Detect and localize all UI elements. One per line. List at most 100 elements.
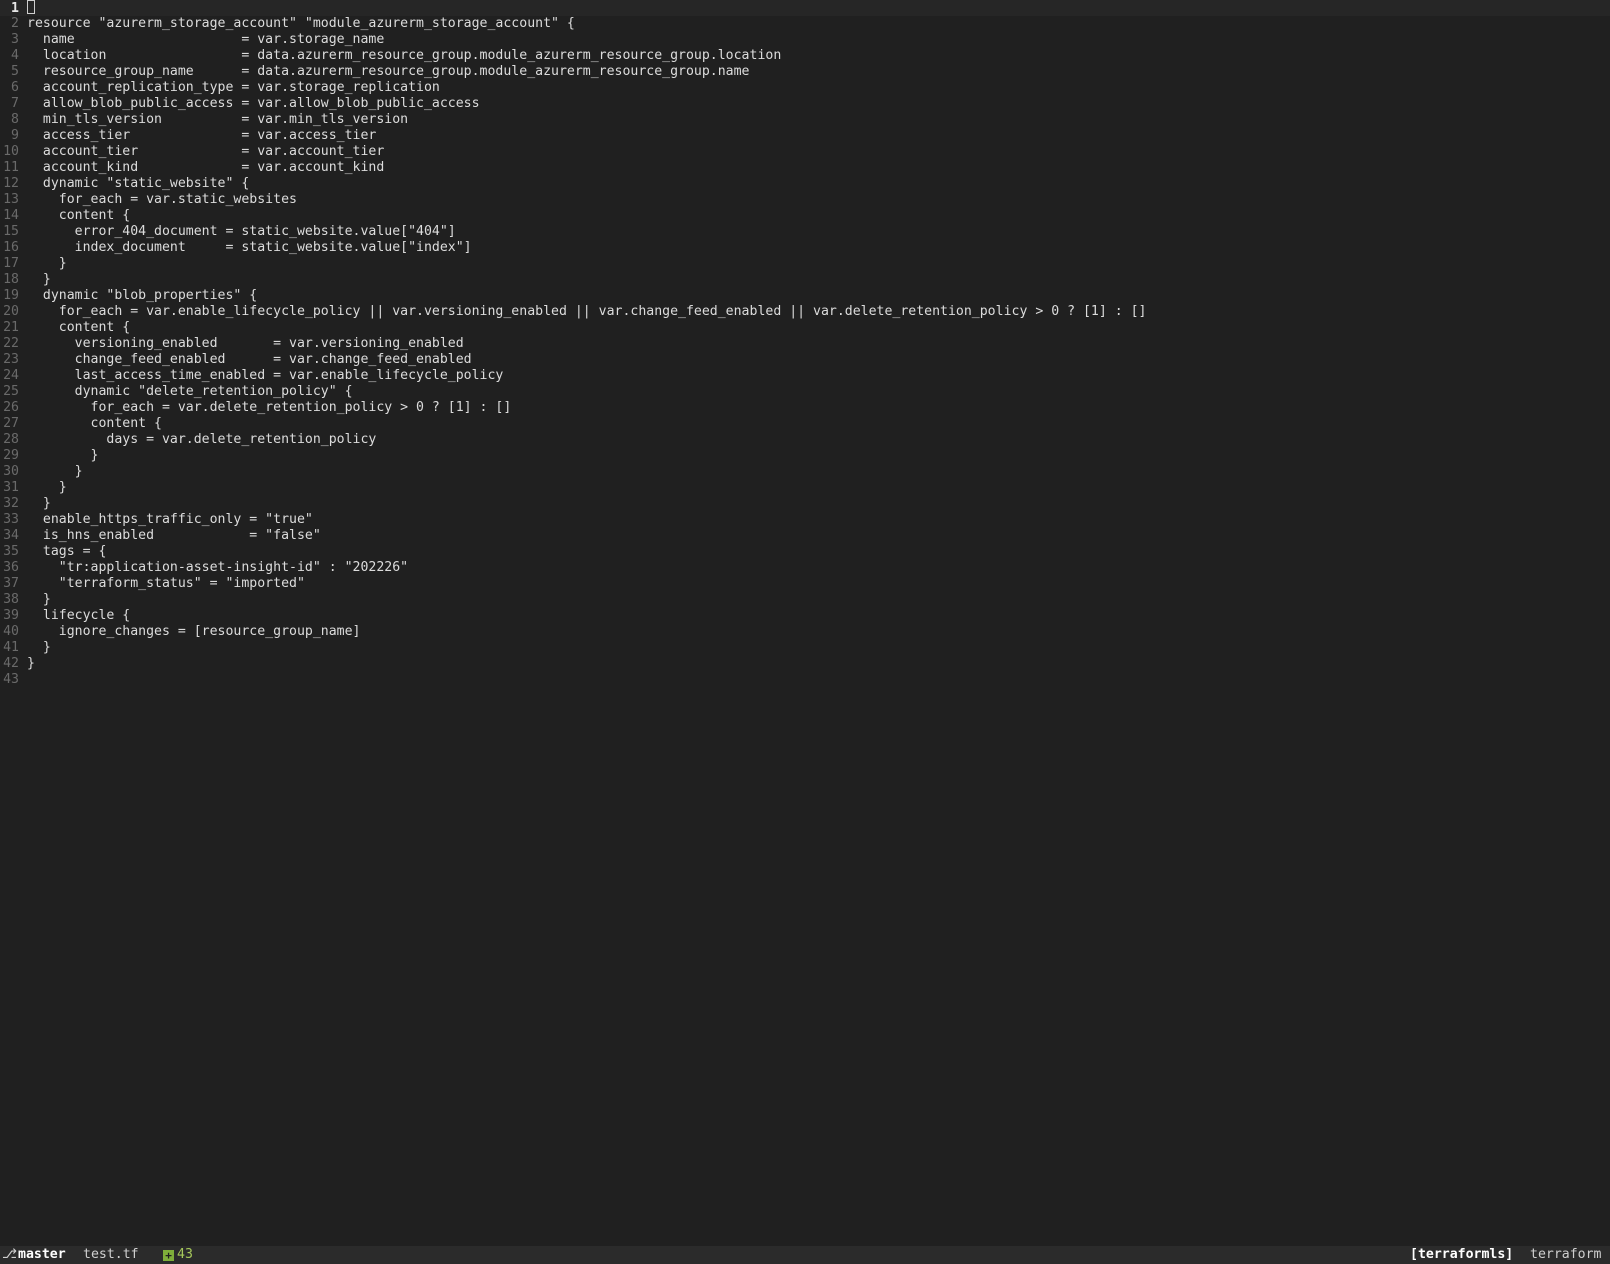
line-number: 3: [11, 32, 19, 47]
code-line[interactable]: 38 }: [0, 592, 1610, 608]
line-number: 31: [3, 480, 19, 495]
code-line[interactable]: 23 change_feed_enabled = var.change_feed…: [0, 352, 1610, 368]
code-line[interactable]: 3 name = var.storage_name: [0, 32, 1610, 48]
code-line[interactable]: 32 }: [0, 496, 1610, 512]
code-text[interactable]: }: [27, 496, 51, 511]
code-line[interactable]: 26 for_each = var.delete_retention_polic…: [0, 400, 1610, 416]
code-text[interactable]: allow_blob_public_access = var.allow_blo…: [27, 96, 480, 111]
code-text[interactable]: for_each = var.delete_retention_policy >…: [27, 400, 512, 415]
code-line[interactable]: 43: [0, 672, 1610, 688]
code-line[interactable]: 12 dynamic "static_website" {: [0, 176, 1610, 192]
code-line[interactable]: 28 days = var.delete_retention_policy: [0, 432, 1610, 448]
code-line[interactable]: 34 is_hns_enabled = "false": [0, 528, 1610, 544]
line-number: 36: [3, 560, 19, 575]
code-line[interactable]: 10 account_tier = var.account_tier: [0, 144, 1610, 160]
code-line[interactable]: 1: [0, 0, 1610, 16]
code-text[interactable]: }: [27, 656, 35, 671]
code-text[interactable]: content {: [27, 320, 130, 335]
line-number: 8: [11, 112, 19, 127]
code-text[interactable]: versioning_enabled = var.versioning_enab…: [27, 336, 464, 351]
code-text[interactable]: account_tier = var.account_tier: [27, 144, 384, 159]
code-line[interactable]: 41 }: [0, 640, 1610, 656]
code-text[interactable]: location = data.azurerm_resource_group.m…: [27, 48, 781, 63]
code-line[interactable]: 17 }: [0, 256, 1610, 272]
code-line[interactable]: 21 content {: [0, 320, 1610, 336]
code-text[interactable]: dynamic "delete_retention_policy" {: [27, 384, 353, 399]
code-line[interactable]: 33 enable_https_traffic_only = "true": [0, 512, 1610, 528]
code-text[interactable]: }: [27, 256, 67, 271]
code-line[interactable]: 16 index_document = static_website.value…: [0, 240, 1610, 256]
code-text[interactable]: is_hns_enabled = "false": [27, 528, 321, 543]
code-text[interactable]: for_each = var.static_websites: [27, 192, 297, 207]
code-line[interactable]: 4 location = data.azurerm_resource_group…: [0, 48, 1610, 64]
code-line[interactable]: 27 content {: [0, 416, 1610, 432]
code-text[interactable]: }: [27, 640, 51, 655]
code-line[interactable]: 15 error_404_document = static_website.v…: [0, 224, 1610, 240]
code-editor[interactable]: 1 2 resource "azurerm_storage_account" "mo…: [0, 0, 1610, 1248]
line-number: 37: [3, 576, 19, 591]
code-text[interactable]: dynamic "static_website" {: [27, 176, 249, 191]
line-number: 40: [3, 624, 19, 639]
code-text[interactable]: error_404_document = static_website.valu…: [27, 224, 456, 239]
code-line[interactable]: 24 last_access_time_enabled = var.enable…: [0, 368, 1610, 384]
code-text[interactable]: resource "azurerm_storage_account" "modu…: [27, 16, 575, 31]
lsp-client-status: [terraformls]: [1410, 1247, 1514, 1262]
code-text[interactable]: for_each = var.enable_lifecycle_policy |…: [27, 304, 1147, 319]
line-number: 9: [11, 128, 19, 143]
code-line[interactable]: 25 dynamic "delete_retention_policy" {: [0, 384, 1610, 400]
code-line[interactable]: 18 }: [0, 272, 1610, 288]
code-line[interactable]: 14 content {: [0, 208, 1610, 224]
line-number: 6: [11, 80, 19, 95]
code-line[interactable]: 7 allow_blob_public_access = var.allow_b…: [0, 96, 1610, 112]
code-text[interactable]: content {: [27, 208, 130, 223]
code-text[interactable]: tags = {: [27, 544, 107, 559]
code-line[interactable]: 19 dynamic "blob_properties" {: [0, 288, 1610, 304]
diff-added-icon: +: [163, 1250, 174, 1261]
code-line[interactable]: 8 min_tls_version = var.min_tls_version: [0, 112, 1610, 128]
code-text[interactable]: lifecycle {: [27, 608, 130, 623]
code-text[interactable]: }: [27, 480, 67, 495]
code-text[interactable]: dynamic "blob_properties" {: [27, 288, 257, 303]
line-number: 19: [3, 288, 19, 303]
code-line[interactable]: 2 resource "azurerm_storage_account" "mod…: [0, 16, 1610, 32]
code-line[interactable]: 36 "tr:application-asset-insight-id" : "…: [0, 560, 1610, 576]
code-text[interactable]: index_document = static_website.value["i…: [27, 240, 472, 255]
code-line[interactable]: 11 account_kind = var.account_kind: [0, 160, 1610, 176]
code-line[interactable]: 29 }: [0, 448, 1610, 464]
code-line[interactable]: 42}: [0, 656, 1610, 672]
code-text[interactable]: ignore_changes = [resource_group_name]: [27, 624, 361, 639]
code-text[interactable]: account_kind = var.account_kind: [27, 160, 384, 175]
code-line[interactable]: 37 "terraform_status" = "imported": [0, 576, 1610, 592]
file-type: terraform: [1530, 1247, 1602, 1262]
code-line[interactable]: 22 versioning_enabled = var.versioning_e…: [0, 336, 1610, 352]
code-line[interactable]: 35 tags = {: [0, 544, 1610, 560]
code-text[interactable]: change_feed_enabled = var.change_feed_en…: [27, 352, 472, 367]
code-text[interactable]: }: [27, 448, 99, 463]
code-text[interactable]: days = var.delete_retention_policy: [27, 432, 376, 447]
code-line[interactable]: 31 }: [0, 480, 1610, 496]
code-line[interactable]: 6 account_replication_type = var.storage…: [0, 80, 1610, 96]
code-line[interactable]: 5 resource_group_name = data.azurerm_res…: [0, 64, 1610, 80]
code-text[interactable]: enable_https_traffic_only = "true": [27, 512, 313, 527]
code-line[interactable]: 9 access_tier = var.access_tier: [0, 128, 1610, 144]
code-text[interactable]: }: [27, 592, 51, 607]
code-line[interactable]: 13 for_each = var.static_websites: [0, 192, 1610, 208]
line-number: 30: [3, 464, 19, 479]
code-line[interactable]: 40 ignore_changes = [resource_group_name…: [0, 624, 1610, 640]
line-number: 32: [3, 496, 19, 511]
code-text[interactable]: }: [27, 464, 83, 479]
code-text[interactable]: access_tier = var.access_tier: [27, 128, 376, 143]
code-line[interactable]: 20 for_each = var.enable_lifecycle_polic…: [0, 304, 1610, 320]
code-text[interactable]: resource_group_name = data.azurerm_resou…: [27, 64, 750, 79]
code-text[interactable]: name = var.storage_name: [27, 32, 384, 47]
code-line[interactable]: 30 }: [0, 464, 1610, 480]
line-number: 11: [3, 160, 19, 175]
code-text[interactable]: "tr:application-asset-insight-id" : "202…: [27, 560, 408, 575]
code-text[interactable]: min_tls_version = var.min_tls_version: [27, 112, 408, 127]
code-text[interactable]: last_access_time_enabled = var.enable_li…: [27, 368, 504, 383]
code-text[interactable]: account_replication_type = var.storage_r…: [27, 80, 440, 95]
code-text[interactable]: content {: [27, 416, 162, 431]
code-line[interactable]: 39 lifecycle {: [0, 608, 1610, 624]
code-text[interactable]: "terraform_status" = "imported": [27, 576, 305, 591]
code-text[interactable]: }: [27, 272, 51, 287]
